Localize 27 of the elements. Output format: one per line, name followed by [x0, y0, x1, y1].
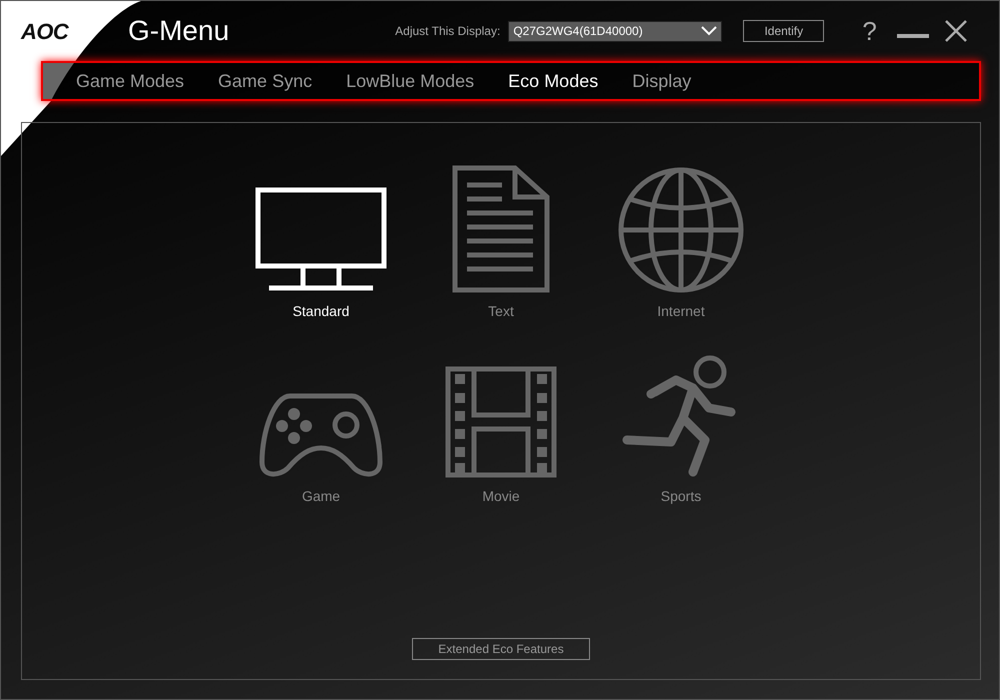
logo: AOC: [21, 18, 70, 46]
mode-label[interactable]: Text: [488, 301, 514, 322]
help-button[interactable]: ?: [862, 18, 877, 44]
mode-label[interactable]: Movie: [482, 486, 520, 507]
display-label: Adjust This Display:: [395, 23, 500, 40]
display-value: Q27G2WG4(61D40000): [513, 23, 643, 40]
chevron-down-icon: [701, 26, 718, 36]
film-strip-icon[interactable]: [445, 366, 557, 478]
monitor-icon[interactable]: [255, 187, 387, 293]
tab[interactable]: Game Sync: [218, 68, 312, 94]
document-icon[interactable]: [452, 165, 550, 293]
extended-eco-features-button[interactable]: Extended Eco Features: [412, 638, 590, 660]
mode-label[interactable]: Sports: [660, 486, 702, 507]
tab[interactable]: Display: [632, 68, 692, 94]
mode-label[interactable]: Standard: [292, 301, 350, 322]
tab[interactable]: LowBlue Modes: [346, 68, 474, 94]
gamepad-icon[interactable]: [258, 392, 384, 478]
globe-icon[interactable]: [618, 167, 744, 293]
mode-label[interactable]: Game: [302, 486, 340, 507]
window-title: G-Menu: [128, 14, 230, 48]
tab[interactable]: Eco Modes: [508, 68, 598, 94]
tab[interactable]: Game Modes: [76, 68, 184, 94]
display-dropdown[interactable]: Q27G2WG4(61D40000): [508, 20, 722, 42]
minimize-button[interactable]: [896, 33, 929, 39]
identify-button[interactable]: Identify: [743, 20, 824, 42]
mode-label[interactable]: Internet: [657, 301, 705, 322]
close-button[interactable]: [944, 20, 967, 42]
